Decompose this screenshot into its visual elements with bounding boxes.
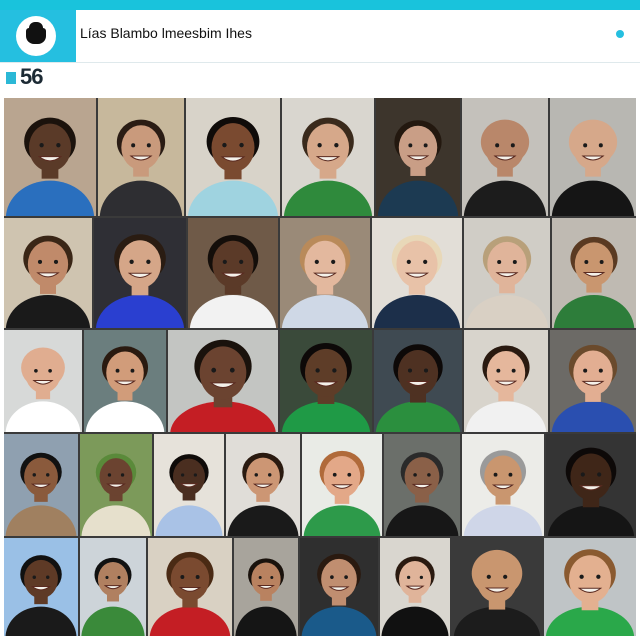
participant-avatar	[545, 549, 635, 636]
video-grid	[4, 98, 636, 636]
participant-avatar	[551, 344, 635, 432]
participant-avatar	[99, 119, 183, 216]
participant-avatar	[553, 236, 635, 328]
participant-video-tile[interactable]	[84, 330, 166, 432]
participant-video-tile[interactable]	[552, 218, 636, 328]
participant-video-tile[interactable]	[80, 434, 152, 536]
participant-video-tile[interactable]	[302, 434, 382, 536]
participant-video-tile[interactable]	[544, 538, 636, 636]
participant-video-tile[interactable]	[280, 330, 372, 432]
participant-avatar	[453, 549, 541, 636]
participant-avatar	[5, 347, 81, 432]
participant-video-tile[interactable]	[462, 434, 544, 536]
pot-logo-icon	[26, 22, 46, 44]
participant-video-tile[interactable]	[462, 98, 548, 216]
participant-video-tile[interactable]	[376, 98, 460, 216]
participant-video-tile[interactable]	[464, 330, 548, 432]
top-accent-strip	[0, 0, 640, 10]
participant-avatar	[385, 452, 459, 536]
participant-avatar	[547, 447, 635, 536]
participant-video-tile[interactable]	[186, 98, 280, 216]
participant-video-tile[interactable]	[452, 538, 542, 636]
participant-video-tile[interactable]	[384, 434, 460, 536]
participant-avatar	[85, 346, 165, 432]
participant-video-tile[interactable]	[188, 218, 278, 328]
participant-avatar	[301, 553, 377, 636]
participant-avatar	[281, 342, 371, 432]
participant-avatar	[5, 117, 95, 216]
participant-avatar	[81, 557, 145, 636]
app-title: Lías Blambo lmeesbim Ihes	[80, 25, 252, 41]
app-header: Lías Blambo lmeesbim Ihes	[0, 10, 640, 63]
participant-avatar	[375, 344, 461, 432]
participant-avatar	[155, 454, 223, 536]
participant-video-tile[interactable]	[80, 538, 146, 636]
participant-avatar	[5, 452, 77, 536]
participant-avatar	[465, 345, 547, 432]
participant-video-tile[interactable]	[464, 218, 550, 328]
participant-avatar	[5, 235, 91, 328]
participant-avatar	[187, 117, 279, 216]
participant-avatar	[81, 453, 151, 536]
participant-video-tile[interactable]	[280, 218, 370, 328]
participant-avatar	[377, 120, 459, 216]
participant-video-tile[interactable]	[4, 98, 96, 216]
participant-avatar	[373, 234, 461, 328]
participant-avatar	[95, 234, 185, 328]
participant-avatar	[465, 236, 549, 328]
participants-bar	[0, 63, 640, 96]
participant-video-tile[interactable]	[4, 218, 92, 328]
participant-avatar	[463, 119, 547, 216]
participant-video-tile[interactable]	[550, 330, 636, 432]
participant-avatar	[170, 339, 276, 432]
participant-video-tile[interactable]	[154, 434, 224, 536]
participant-video-tile[interactable]	[234, 538, 298, 636]
participant-avatar	[5, 555, 77, 636]
participant-avatar	[463, 450, 543, 536]
participant-count: 56	[20, 64, 44, 89]
participant-video-tile[interactable]	[226, 434, 300, 536]
logo-circle	[16, 16, 56, 56]
participant-video-tile[interactable]	[168, 330, 278, 432]
participants-icon	[6, 72, 16, 84]
participant-video-tile[interactable]	[4, 330, 82, 432]
participant-avatar	[189, 234, 277, 328]
participant-video-tile[interactable]	[282, 98, 374, 216]
participant-video-tile[interactable]	[4, 538, 78, 636]
participant-avatar	[235, 558, 297, 636]
participant-video-tile[interactable]	[300, 538, 378, 636]
participant-video-tile[interactable]	[4, 434, 78, 536]
participant-avatar	[303, 450, 381, 536]
participant-video-tile[interactable]	[94, 218, 186, 328]
participant-video-tile[interactable]	[380, 538, 450, 636]
participant-avatar	[149, 551, 231, 636]
participant-video-tile[interactable]	[148, 538, 232, 636]
participant-video-tile[interactable]	[374, 330, 462, 432]
participant-video-tile[interactable]	[550, 98, 636, 216]
participant-avatar	[227, 452, 299, 536]
participant-video-tile[interactable]	[98, 98, 184, 216]
participant-avatar	[281, 234, 369, 328]
participant-video-tile[interactable]	[372, 218, 462, 328]
participant-video-tile[interactable]	[546, 434, 636, 536]
participant-avatar	[551, 119, 635, 216]
app-logo[interactable]	[0, 10, 76, 62]
participant-avatar	[283, 117, 373, 216]
status-dot-icon	[616, 30, 624, 38]
participant-avatar	[381, 556, 449, 636]
